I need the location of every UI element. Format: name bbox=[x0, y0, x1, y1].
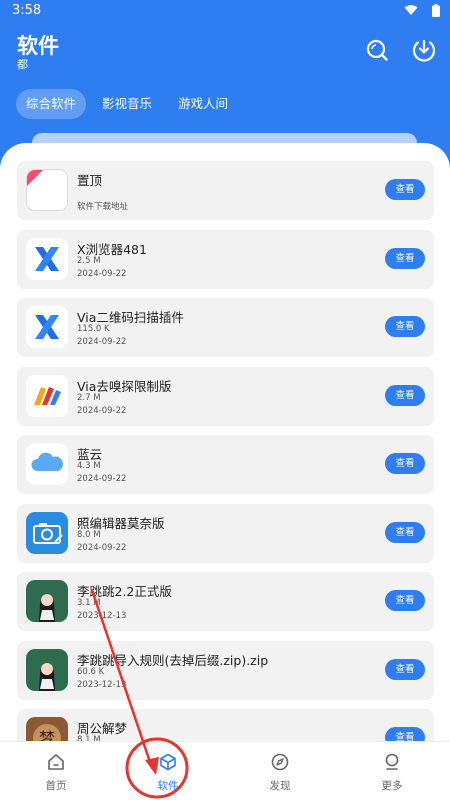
search-icon[interactable] bbox=[364, 37, 390, 63]
cube-icon bbox=[160, 753, 176, 771]
tab-games[interactable]: 游戏人间 bbox=[168, 89, 238, 119]
list-item[interactable]: 置顶 软件下载地址 查看 bbox=[17, 161, 434, 220]
app-size: 3.1 M bbox=[77, 598, 101, 608]
nav-home[interactable]: 首页 bbox=[0, 742, 112, 800]
app-date: 2023-12-13 bbox=[77, 611, 127, 621]
x-browser-icon bbox=[26, 306, 68, 348]
nav-software[interactable]: 软件 bbox=[112, 742, 224, 800]
bottom-nav: 首页 软件 发现 更多 bbox=[0, 741, 450, 800]
status-time: 3:58 bbox=[12, 3, 42, 18]
app-date: 2024-09-22 bbox=[77, 474, 127, 484]
view-button[interactable]: 查看 bbox=[385, 384, 425, 406]
app-list: 置顶 软件下载地址 查看 X浏览器481 2.5 M 2024-09-22 查看 bbox=[17, 161, 434, 778]
app-date: 2024-09-22 bbox=[77, 337, 127, 347]
nav-label: 首页 bbox=[45, 780, 67, 792]
list-item[interactable]: 李跳跳2.2正式版 3.1 M 2023-12-13 查看 bbox=[17, 572, 434, 631]
list-item[interactable]: Via去嗅探限制版 2.7 M 2024-09-22 查看 bbox=[17, 366, 434, 426]
view-button[interactable]: 查看 bbox=[385, 453, 425, 474]
app-size: 2.7 M bbox=[77, 392, 101, 403]
status-bar: 3:58 bbox=[0, 0, 450, 22]
x-browser-icon bbox=[26, 237, 68, 280]
via-icon bbox=[26, 374, 68, 417]
user-icon bbox=[385, 753, 399, 770]
view-button[interactable]: 查看 bbox=[385, 316, 425, 337]
app-name: 李跳跳导入规则(去掉后缀.zip).zip bbox=[77, 652, 269, 668]
camera-icon bbox=[26, 511, 68, 554]
app-name: 置顶 bbox=[77, 173, 103, 188]
nav-label: 更多 bbox=[381, 780, 403, 792]
pinned-icon bbox=[26, 169, 68, 211]
list-item[interactable]: Via二维码扫描插件 115.0 K 2024-09-22 查看 bbox=[17, 298, 434, 357]
tab-video-music[interactable]: 影视音乐 bbox=[92, 89, 162, 119]
category-tabs: 综合软件 影视音乐 游戏人间 bbox=[16, 89, 238, 119]
list-item[interactable]: X浏览器481 2.5 M 2024-09-22 查看 bbox=[17, 229, 434, 289]
app-subtitle: 软件下载地址 bbox=[77, 202, 129, 212]
content-panel: 置顶 软件下载地址 查看 X浏览器481 2.5 M 2024-09-22 查看 bbox=[0, 143, 450, 800]
girl-avatar-icon bbox=[26, 580, 68, 622]
app-size: 115.0 K bbox=[77, 324, 110, 334]
wifi-icon bbox=[404, 5, 418, 15]
app-size: 60.6 K bbox=[77, 666, 105, 677]
app-date: 2024-09-22 bbox=[77, 268, 127, 279]
app-date: 2023-12-13 bbox=[77, 679, 127, 690]
home-icon bbox=[48, 754, 64, 770]
view-button[interactable]: 查看 bbox=[385, 247, 425, 269]
nav-discover[interactable]: 发现 bbox=[224, 742, 336, 800]
app-size: 8.0 M bbox=[77, 529, 101, 540]
list-item[interactable]: 李跳跳导入规则(去掉后缀.zip).zip 60.6 K 2023-12-13 … bbox=[17, 640, 434, 700]
nav-label: 软件 bbox=[157, 780, 179, 792]
battery-icon bbox=[432, 4, 440, 17]
app-date: 2024-09-22 bbox=[77, 405, 127, 416]
compass-icon bbox=[271, 753, 289, 771]
nav-label: 发现 bbox=[269, 780, 291, 792]
tab-general-software[interactable]: 综合软件 bbox=[16, 89, 87, 119]
view-button[interactable]: 查看 bbox=[385, 179, 425, 200]
nav-more[interactable]: 更多 bbox=[336, 742, 448, 800]
app-size: 4.3 M bbox=[77, 461, 101, 471]
app-date: 2024-09-22 bbox=[77, 542, 127, 553]
list-item[interactable]: 照编辑器莫奈版 8.0 M 2024-09-22 查看 bbox=[17, 503, 434, 563]
view-button[interactable]: 查看 bbox=[385, 658, 425, 680]
view-button[interactable]: 查看 bbox=[385, 521, 425, 543]
view-button[interactable]: 查看 bbox=[385, 590, 425, 611]
page-subtitle: 都 bbox=[17, 58, 28, 71]
list-item[interactable]: 蓝云 4.3 M 2024-09-22 查看 bbox=[17, 435, 434, 494]
girl-avatar-icon bbox=[26, 648, 68, 691]
cloud-icon bbox=[26, 443, 68, 485]
download-icon[interactable] bbox=[411, 37, 437, 63]
app-size: 2.5 M bbox=[77, 255, 101, 266]
